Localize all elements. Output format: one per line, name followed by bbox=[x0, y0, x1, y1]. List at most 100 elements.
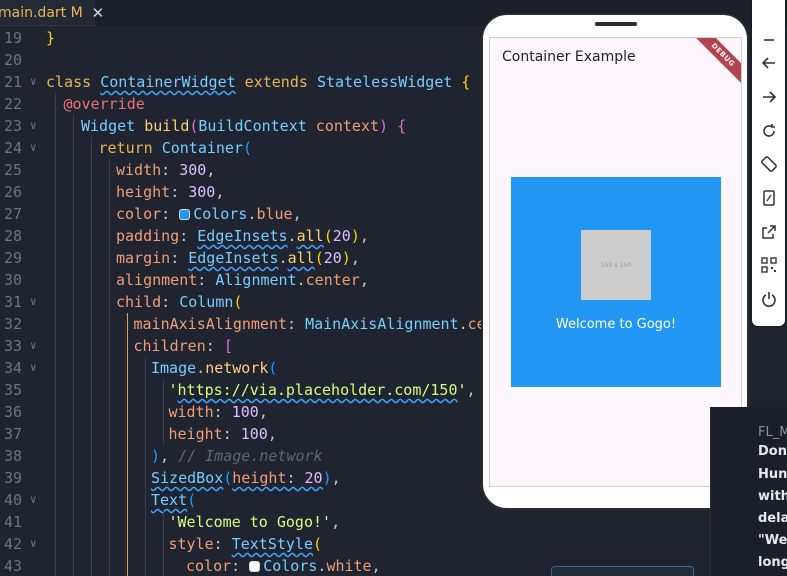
code-token: ( bbox=[314, 249, 324, 267]
fold-chevron-icon[interactable]: ∨ bbox=[30, 335, 37, 357]
indent-guide bbox=[55, 555, 56, 576]
code-token: StatelessWidget bbox=[316, 73, 453, 91]
code-token: ) bbox=[322, 469, 332, 487]
rotate-device-icon[interactable] bbox=[756, 151, 782, 177]
indent-guide bbox=[55, 379, 56, 401]
code-line[interactable]: 42 ∨ style: TextStyle( bbox=[0, 533, 787, 555]
color-swatch[interactable] bbox=[179, 209, 191, 220]
indent-guide bbox=[145, 555, 146, 576]
line-number: 40 bbox=[3, 491, 22, 509]
line-number: 24 bbox=[3, 139, 22, 157]
indent-guide bbox=[109, 423, 110, 445]
code-token: ( bbox=[313, 535, 323, 553]
code-token: ( bbox=[243, 139, 253, 157]
forward-icon[interactable] bbox=[756, 84, 782, 110]
indent-guide bbox=[55, 159, 56, 181]
indent-guide bbox=[109, 401, 110, 423]
power-icon[interactable] bbox=[756, 286, 782, 312]
fold-chevron-icon[interactable]: ∨ bbox=[30, 533, 37, 555]
indent-guide bbox=[73, 467, 74, 489]
indent-guide bbox=[73, 115, 74, 137]
close-icon[interactable]: ✕ bbox=[92, 4, 105, 22]
line-number: 23 bbox=[3, 117, 22, 135]
open-external-icon[interactable] bbox=[756, 219, 782, 245]
code-token: ) bbox=[350, 227, 360, 245]
code-token: 20 bbox=[304, 469, 323, 487]
code-token: height bbox=[232, 469, 287, 487]
indent-guide bbox=[127, 313, 128, 335]
code-token: network bbox=[205, 359, 269, 377]
code-token: height bbox=[116, 183, 171, 201]
app-screen[interactable]: Container Example DEBUG 150 x 150 Welcom… bbox=[489, 37, 742, 487]
indent-guide bbox=[163, 555, 164, 576]
code-token: Text bbox=[151, 491, 188, 509]
minimize-icon[interactable] bbox=[756, 23, 782, 49]
indent-guide bbox=[91, 225, 92, 247]
code-token: color bbox=[186, 557, 232, 575]
indent-guide bbox=[55, 291, 56, 313]
panel-text-line: with bbox=[758, 489, 787, 504]
indent-guide bbox=[55, 511, 56, 533]
indent-guide bbox=[55, 137, 56, 159]
code-text: mainAxisAlignment: MainAxisAlignment.cen… bbox=[134, 313, 513, 335]
fold-chevron-icon[interactable]: ∨ bbox=[30, 489, 37, 511]
indent-guide bbox=[109, 555, 110, 576]
code-text: style: TextStyle( bbox=[169, 533, 323, 555]
indent-guide bbox=[109, 159, 110, 181]
indent-guide bbox=[109, 533, 110, 555]
code-token: , bbox=[258, 403, 268, 421]
line-number: 34 bbox=[3, 359, 22, 377]
indent-guide bbox=[109, 203, 110, 225]
line-number: 37 bbox=[3, 425, 22, 443]
tab-label: main.dart M bbox=[0, 4, 83, 21]
code-token: , bbox=[371, 557, 381, 575]
code-token: ( bbox=[323, 227, 333, 245]
code-text: Text( bbox=[151, 489, 196, 511]
code-token: { bbox=[388, 117, 407, 135]
indent-guide bbox=[163, 423, 164, 445]
fold-chevron-icon[interactable]: ∨ bbox=[30, 291, 37, 313]
code-token: , bbox=[267, 425, 277, 443]
code-text: padding: EdgeInsets.all(20), bbox=[116, 225, 369, 247]
code-text: 'Welcome to Gogo!', bbox=[169, 511, 341, 533]
indent-guide bbox=[91, 445, 92, 467]
indent-guide bbox=[55, 313, 56, 335]
code-token: color bbox=[116, 205, 162, 223]
indent-guide bbox=[127, 445, 128, 467]
indent-guide bbox=[127, 379, 128, 401]
color-swatch[interactable] bbox=[249, 561, 261, 572]
indent-guide bbox=[73, 533, 74, 555]
bottom-action-button[interactable] bbox=[551, 566, 694, 576]
indent-guide bbox=[163, 379, 164, 401]
indent-guide bbox=[145, 511, 146, 533]
indent-guide bbox=[109, 445, 110, 467]
code-token: } bbox=[46, 29, 56, 47]
code-token: ( bbox=[268, 359, 278, 377]
qr-code-icon[interactable] bbox=[756, 252, 782, 278]
tab-main-dart[interactable]: main.dart M ✕ bbox=[0, 0, 104, 26]
indent-guide bbox=[73, 225, 74, 247]
resize-icon[interactable] bbox=[756, 185, 782, 211]
indent-guide bbox=[163, 401, 164, 423]
rotate-icon[interactable] bbox=[756, 118, 782, 144]
indent-guide bbox=[91, 203, 92, 225]
indent-guide bbox=[127, 511, 128, 533]
indent-guide bbox=[91, 467, 92, 489]
back-icon[interactable] bbox=[756, 50, 782, 76]
code-token: alignment bbox=[116, 271, 198, 289]
fold-chevron-icon[interactable]: ∨ bbox=[30, 115, 37, 137]
indent-guide bbox=[127, 489, 128, 511]
fold-chevron-icon[interactable]: ∨ bbox=[30, 71, 37, 93]
code-line[interactable]: 41 'Welcome to Gogo!', bbox=[0, 511, 787, 533]
code-text: margin: EdgeInsets.all(20), bbox=[116, 247, 360, 269]
code-text: height: 100, bbox=[169, 423, 277, 445]
code-token: mainAxisAlignment bbox=[133, 315, 288, 333]
panel-text-line: Don't bbox=[758, 444, 787, 459]
fold-chevron-icon[interactable]: ∨ bbox=[30, 137, 37, 159]
code-token: ( bbox=[223, 469, 233, 487]
indent-guide bbox=[127, 423, 128, 445]
fold-chevron-icon[interactable]: ∨ bbox=[30, 357, 37, 379]
debug-banner: DEBUG bbox=[689, 38, 741, 89]
indent-guide bbox=[91, 247, 92, 269]
indent-guide bbox=[73, 379, 74, 401]
